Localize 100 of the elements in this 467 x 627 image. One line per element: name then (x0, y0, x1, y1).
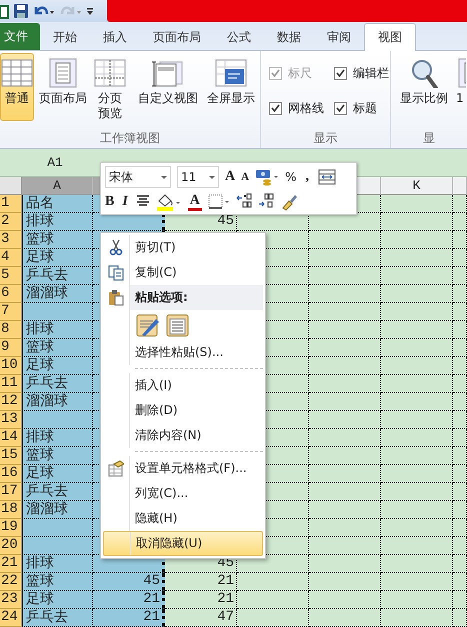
row-header[interactable]: 5 (0, 267, 22, 285)
paste-icon[interactable] (166, 313, 190, 337)
group-label: 显 (422, 130, 436, 147)
ribbon-tab[interactable]: 视图 (364, 23, 416, 51)
ribbon-button[interactable]: 普通 (0, 53, 34, 121)
column-header[interactable]: K (381, 177, 453, 195)
menu-item[interactable]: 清除内容(N) (103, 423, 263, 448)
italic-button[interactable]: I (120, 192, 130, 210)
table-cell: 乒乓去 (22, 267, 93, 285)
ribbon-button[interactable]: 分页预览 (92, 53, 128, 121)
shrink-font-button[interactable]: A (241, 168, 250, 186)
decrease-decimal-icon[interactable] (258, 192, 274, 210)
grid-icon (1, 58, 33, 88)
table-cell: 品名 (22, 195, 93, 213)
table-cell: 篮球 (22, 573, 93, 591)
font-dropdown[interactable]: 宋体 (105, 166, 171, 188)
row-header[interactable]: 1 (0, 195, 22, 213)
menu-item[interactable]: 列宽(C)... (103, 481, 263, 506)
row-header[interactable]: 6 (0, 285, 22, 303)
row-header[interactable]: 22 (0, 573, 22, 591)
clipboard-icon (108, 289, 124, 306)
column-header[interactable]: A (22, 177, 93, 195)
checkbox[interactable] (269, 102, 282, 115)
save-icon[interactable] (13, 2, 29, 20)
app-icon[interactable] (0, 2, 10, 20)
row-header[interactable]: 2 (0, 213, 22, 231)
row-header[interactable]: 14 (0, 429, 22, 447)
borders-icon[interactable] (208, 192, 230, 210)
table-cell: 篮球 (22, 231, 93, 249)
checkbox-label: 标题 (353, 100, 377, 117)
row-header[interactable]: 8 (0, 321, 22, 339)
screen-icon (215, 58, 247, 88)
menu-item[interactable]: 插入(I) (103, 373, 263, 398)
page-icon (47, 58, 79, 88)
group-label: 显示 (312, 130, 338, 147)
row-header[interactable]: 21 (0, 555, 22, 573)
grow-font-button[interactable]: A (225, 168, 236, 186)
table-cell: 篮球 (22, 339, 93, 357)
ribbon-tab[interactable]: 页面布局 (140, 24, 214, 50)
table-cell: 45 (93, 573, 165, 591)
checkbox[interactable] (334, 67, 347, 80)
ribbon-tab[interactable]: 公式 (214, 24, 264, 50)
bold-button[interactable]: B (105, 192, 114, 210)
page-break-icon (94, 58, 126, 88)
menu-item[interactable]: 取消隐藏(U) (103, 531, 263, 556)
row-header[interactable]: 4 (0, 249, 22, 267)
row-header[interactable]: 7 (0, 303, 22, 321)
ribbon-tab[interactable]: 开始 (40, 24, 90, 50)
row-header[interactable]: 13 (0, 411, 22, 429)
row-header[interactable]: 23 (0, 591, 22, 609)
checkbox[interactable] (334, 102, 347, 115)
checkbox-label: 网格线 (288, 100, 324, 117)
fill-bucket-icon[interactable] (156, 192, 182, 210)
row-header[interactable]: 20 (0, 537, 22, 555)
ribbon-tab[interactable]: 数据 (264, 24, 314, 50)
comma-button[interactable]: , (302, 168, 312, 186)
table-cell: 溜溜球 (22, 393, 93, 411)
font-color-button[interactable]: A (188, 192, 202, 210)
row-header[interactable]: 11 (0, 375, 22, 393)
brush-icon[interactable] (280, 192, 298, 210)
row-header[interactable]: 3 (0, 231, 22, 249)
menu-item[interactable]: 选择性粘贴(S)... (103, 340, 263, 365)
table-cell: 篮球 (22, 447, 93, 465)
row-header[interactable]: 10 (0, 357, 22, 375)
paste-formatting-icon[interactable] (136, 313, 160, 337)
percent-button[interactable]: % (285, 168, 296, 186)
ribbon-button[interactable]: 显示比例 (395, 53, 453, 121)
ribbon-tab[interactable]: 插入 (90, 24, 140, 50)
row-header[interactable]: 12 (0, 393, 22, 411)
money-icon[interactable] (255, 168, 280, 186)
file-tab[interactable]: 文件 (0, 23, 40, 50)
table-cell: 21 (93, 591, 165, 609)
row-header[interactable]: 15 (0, 447, 22, 465)
row-header[interactable]: 18 (0, 501, 22, 519)
ribbon-tab[interactable]: 审阅 (314, 24, 364, 50)
ribbon-button[interactable]: 1 (455, 53, 467, 121)
ribbon-button[interactable]: 自定义视图 (134, 53, 202, 121)
row-header[interactable]: 24 (0, 609, 22, 627)
menu-item[interactable]: 剪切(T) (103, 235, 263, 260)
name-box[interactable]: A1 (20, 155, 90, 170)
ribbon-button[interactable]: 页面布局 (34, 53, 92, 121)
table-cell: 21 (165, 591, 237, 609)
table-cell: 21 (93, 609, 165, 627)
row-header[interactable]: 19 (0, 519, 22, 537)
table-cell: 足球 (22, 591, 93, 609)
table-cell: 足球 (22, 465, 93, 483)
row-header[interactable]: 9 (0, 339, 22, 357)
table-cell: 21 (165, 573, 237, 591)
table-cell: 排球 (22, 429, 93, 447)
ribbon-button[interactable]: 全屏显示 (202, 53, 260, 121)
menu-item[interactable]: 删除(D) (103, 398, 263, 423)
table-cell: 足球 (22, 249, 93, 267)
row-header[interactable]: 17 (0, 483, 22, 501)
menu-item[interactable]: 设置单元格格式(F)... (103, 456, 263, 481)
row-header[interactable]: 16 (0, 465, 22, 483)
merge-cells-icon[interactable] (318, 168, 336, 186)
increase-decimal-icon[interactable] (236, 192, 252, 210)
table-cell: 排球 (22, 213, 93, 231)
size-dropdown[interactable]: 11 (177, 166, 219, 188)
table-cell: 溜溜球 (22, 501, 93, 519)
